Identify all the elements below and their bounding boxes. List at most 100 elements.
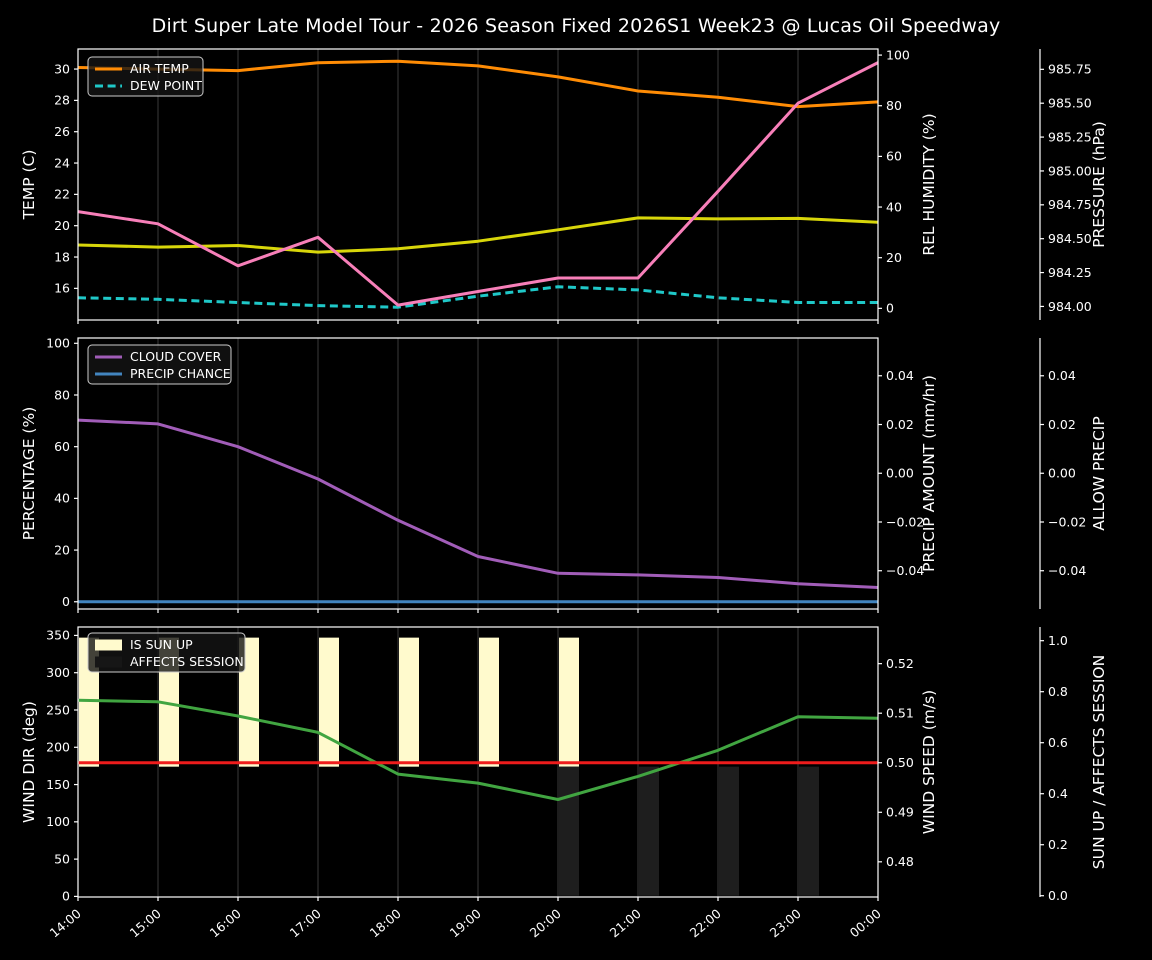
y-tick-label: 300 bbox=[46, 665, 70, 680]
wind-sun-left-axis-label: WIND DIR (deg) bbox=[20, 701, 38, 823]
is-sun-up-legend-swatch bbox=[95, 639, 122, 651]
legend: IS SUN UP AFFECTS SESSION bbox=[87, 632, 246, 673]
affects-session-bar bbox=[559, 766, 579, 896]
legend: CLOUD COVER PRECIP CHANCE bbox=[87, 344, 232, 385]
y-tick-label: 60 bbox=[886, 149, 902, 164]
is-sun-up-bar bbox=[319, 637, 339, 767]
y-tick-label: 0 bbox=[62, 594, 70, 609]
y-tick-label: 40 bbox=[54, 491, 70, 506]
y-tick-label: 80 bbox=[886, 98, 902, 113]
legend-label: IS SUN UP bbox=[130, 637, 193, 652]
x-tick-label: 17:00 bbox=[287, 906, 324, 941]
y-tick-label: −0.02 bbox=[886, 514, 924, 529]
legend: AIR TEMP DEW POINT bbox=[87, 56, 204, 97]
y-tick-label: 0.02 bbox=[886, 417, 914, 432]
y-tick-label: 26 bbox=[54, 124, 70, 139]
y-tick-label: 22 bbox=[54, 187, 70, 202]
is-sun-up-bar bbox=[399, 637, 419, 767]
y-tick-label: 985.50 bbox=[1048, 96, 1092, 111]
y-tick-label: 0.8 bbox=[1048, 684, 1068, 699]
temperature-humidity-pressure-right2-axis-label: PRESSURE (hPa) bbox=[1090, 121, 1108, 248]
cloud-precip-left-axis-label: PERCENTAGE (%) bbox=[20, 407, 38, 541]
y-tick-label: −0.04 bbox=[886, 563, 924, 578]
y-tick-label: 0.52 bbox=[886, 656, 914, 671]
cloud-precip-right2-axis-label: ALLOW PRECIP bbox=[1090, 416, 1108, 530]
y-tick-label: −0.04 bbox=[1048, 563, 1086, 578]
y-tick-label: 50 bbox=[54, 851, 70, 866]
y-tick-label: 0.51 bbox=[886, 706, 914, 721]
x-tick-label: 20:00 bbox=[527, 906, 564, 941]
temperature-humidity-pressure-right1-axis-label: REL HUMIDITY (%) bbox=[920, 113, 938, 255]
y-tick-label: 0.49 bbox=[886, 805, 914, 820]
legend-label: DEW POINT bbox=[130, 78, 202, 93]
weather-forecast-figure: Dirt Super Late Model Tour - 2026 Season… bbox=[0, 0, 1152, 960]
y-tick-label: 0 bbox=[886, 301, 894, 316]
x-tick-label: 23:00 bbox=[767, 906, 804, 941]
charts-svg: 16 18 20 22 24 26 28 30 TEMP (C) 0 20 40 60 80 100 REL … bbox=[20, 47, 1108, 941]
y-tick-label: 0.00 bbox=[1048, 466, 1076, 481]
y-tick-label: 0.4 bbox=[1048, 786, 1068, 801]
y-tick-label: 60 bbox=[54, 439, 70, 454]
affects-session-legend-swatch bbox=[95, 656, 122, 668]
affects-session-bar bbox=[799, 766, 819, 896]
y-tick-label: 0.02 bbox=[1048, 417, 1076, 432]
y-tick-label: 0.0 bbox=[1048, 888, 1068, 903]
x-tick-label: 16:00 bbox=[207, 906, 244, 941]
affects-session-bar bbox=[719, 766, 739, 896]
y-tick-label: 20 bbox=[54, 218, 70, 233]
y-tick-label: 100 bbox=[886, 47, 910, 62]
y-tick-label: 200 bbox=[46, 740, 70, 755]
x-tick-label: 19:00 bbox=[447, 906, 484, 941]
x-tick-label: 22:00 bbox=[687, 906, 724, 941]
y-tick-label: 40 bbox=[886, 199, 902, 214]
cloud-precip-right1-axis-label: PRECIP AMOUNT (mm/hr) bbox=[920, 375, 938, 572]
y-tick-label: 100 bbox=[46, 336, 70, 351]
y-tick-label: 16 bbox=[54, 281, 70, 296]
y-tick-label: 30 bbox=[54, 61, 70, 76]
y-tick-label: 985.00 bbox=[1048, 163, 1092, 178]
legend-label: CLOUD COVER bbox=[130, 349, 222, 364]
y-tick-label: 20 bbox=[886, 250, 902, 265]
y-tick-label: 24 bbox=[54, 155, 70, 170]
wind-sun-right1-axis-label: WIND SPEED (m/s) bbox=[920, 690, 938, 834]
wind-sun-right2-axis-label: SUN UP / AFFECTS SESSION bbox=[1090, 655, 1108, 869]
y-tick-label: 0 bbox=[62, 889, 70, 904]
y-tick-label: 18 bbox=[54, 249, 70, 264]
y-tick-label: 984.25 bbox=[1048, 265, 1092, 280]
temperature-humidity-pressure-chart: 16 18 20 22 24 26 28 30 TEMP (C) 0 20 40 60 80 100 REL … bbox=[20, 47, 1108, 324]
y-tick-label: 0.48 bbox=[886, 854, 914, 869]
y-tick-label: −0.02 bbox=[1048, 514, 1086, 529]
y-tick-label: 0.00 bbox=[886, 466, 914, 481]
y-tick-label: 984.50 bbox=[1048, 231, 1092, 246]
y-tick-label: 250 bbox=[46, 702, 70, 717]
y-tick-label: 28 bbox=[54, 93, 70, 108]
y-tick-label: 100 bbox=[46, 814, 70, 829]
y-tick-label: 985.25 bbox=[1048, 129, 1092, 144]
wind-sun-chart: 14:00 15:00 16:00 17:00 18:00 19:00 20:00 21:00… bbox=[20, 626, 1108, 941]
y-tick-label: 984.75 bbox=[1048, 197, 1092, 212]
y-tick-label: 350 bbox=[46, 628, 70, 643]
y-tick-label: 150 bbox=[46, 777, 70, 792]
x-tick-label: 21:00 bbox=[607, 906, 644, 941]
y-tick-label: 0.04 bbox=[1048, 368, 1076, 383]
y-tick-label: 984.00 bbox=[1048, 299, 1092, 314]
x-tick-label: 15:00 bbox=[127, 906, 164, 941]
affects-session-bar bbox=[639, 766, 659, 896]
is-sun-up-bar bbox=[559, 637, 579, 767]
y-tick-label: 0.2 bbox=[1048, 837, 1068, 852]
legend-label: PRECIP CHANCE bbox=[130, 366, 231, 381]
y-tick-label: 1.0 bbox=[1048, 633, 1068, 648]
is-sun-up-bar bbox=[479, 637, 499, 767]
x-tick-label: 18:00 bbox=[367, 906, 404, 941]
y-tick-label: 0.04 bbox=[886, 368, 914, 383]
y-tick-label: 0.6 bbox=[1048, 735, 1068, 750]
legend-label: AFFECTS SESSION bbox=[130, 654, 244, 669]
y-tick-label: 985.75 bbox=[1048, 62, 1092, 77]
legend-label: AIR TEMP bbox=[130, 61, 189, 76]
y-tick-label: 80 bbox=[54, 387, 70, 402]
cloud-precip-chart: 0 20 40 60 80 100 PERCENTAGE (%) −0.04 −0.02 0.00… bbox=[20, 336, 1108, 613]
x-tick-label: 00:00 bbox=[847, 906, 884, 941]
temperature-humidity-pressure-left-axis-label: TEMP (C) bbox=[20, 150, 38, 221]
x-tick-label: 14:00 bbox=[47, 906, 84, 941]
y-tick-label: 0.50 bbox=[886, 755, 914, 770]
